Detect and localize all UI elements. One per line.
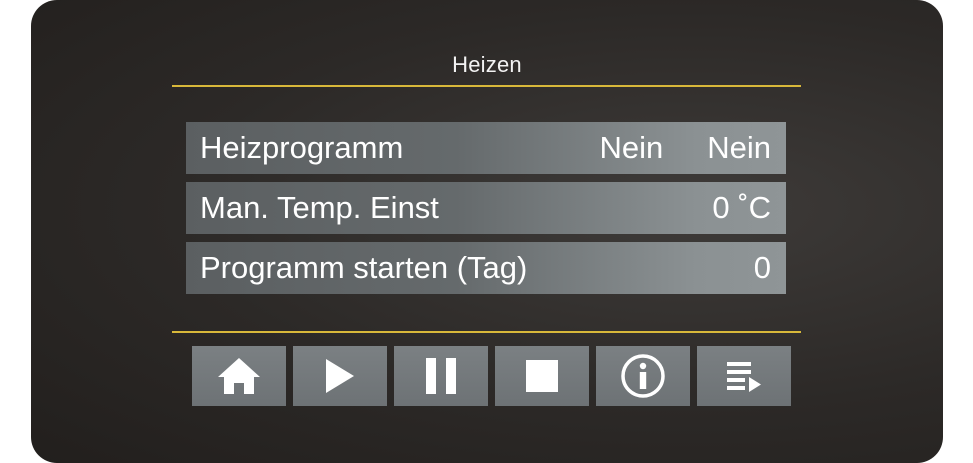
play-button[interactable] (293, 346, 387, 406)
row-value: 0 (753, 250, 771, 285)
list-button[interactable] (697, 346, 791, 406)
screen-title: Heizen (452, 52, 522, 77)
row-man-temp[interactable]: Man. Temp. Einst 0 ˚C (186, 182, 786, 234)
header-divider (172, 85, 801, 87)
row-label: Heizprogramm (200, 130, 404, 165)
device-panel: Heizen Heizprogramm Nein Nein Man. Temp.… (31, 0, 943, 463)
home-button[interactable] (192, 346, 286, 406)
row-value-2: Nein (707, 130, 771, 165)
play-icon (326, 359, 354, 393)
row-value: 0 ˚C (712, 190, 771, 225)
row-label: Programm starten (Tag) (200, 250, 528, 285)
pause-button[interactable] (394, 346, 488, 406)
stop-button[interactable] (495, 346, 589, 406)
toolbar (192, 346, 792, 406)
row-programm-starten[interactable]: Programm starten (Tag) 0 (186, 242, 786, 294)
footer-divider (172, 331, 801, 333)
row-value-1: Nein (599, 130, 664, 165)
info-icon (621, 354, 665, 398)
pause-icon (426, 358, 456, 394)
row-heizprogramm[interactable]: Heizprogramm Nein Nein (186, 122, 786, 174)
stop-icon (526, 360, 558, 392)
list-icon (727, 362, 761, 392)
home-icon (218, 358, 260, 394)
info-button[interactable] (596, 346, 690, 406)
row-label: Man. Temp. Einst (200, 190, 439, 225)
